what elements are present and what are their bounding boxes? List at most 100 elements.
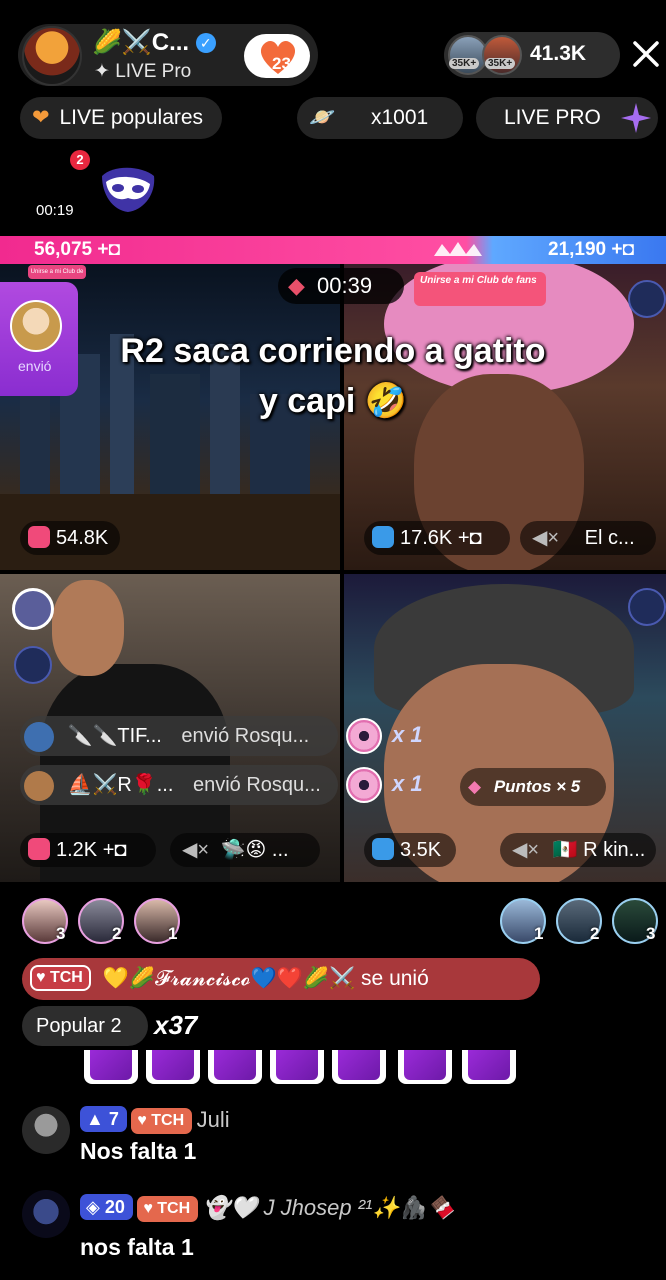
tile-1-score: 54.8K xyxy=(20,521,120,555)
gift-box-icon xyxy=(398,1050,452,1084)
joined-text: 💛🌽𝓕𝓻𝓪𝓷𝓬𝓲𝓼𝓬𝓸💙❤️🌽⚔️ se unió xyxy=(102,967,429,990)
ranking-number: 3 xyxy=(56,924,66,943)
mask-icon[interactable] xyxy=(14,646,52,684)
mute-icon: ◀× xyxy=(182,839,210,861)
tch-badge: ♥ TCH xyxy=(131,1108,193,1134)
mask-icon: +◘ xyxy=(606,239,634,260)
points-pill: ◆ Puntos × 5 xyxy=(460,768,606,806)
mask-icon[interactable] xyxy=(628,588,666,626)
caption-line-1: R2 saca corriendo a gatito xyxy=(120,332,546,370)
tile-2-mute-label[interactable]: ◀× El c... xyxy=(520,521,656,555)
team-icon: ♥ xyxy=(137,1112,152,1129)
gift-box-icon xyxy=(462,1050,516,1084)
tile-1-score-value: 54.8K xyxy=(56,527,109,549)
tile-2-score: 17.6K +◘ xyxy=(364,521,510,555)
points-icon: ◆ xyxy=(468,777,482,796)
person-face xyxy=(52,580,124,676)
tile-3-score-value: 1.2K xyxy=(56,839,98,861)
alarm-icon xyxy=(372,526,394,548)
viewer-count: 41.3K xyxy=(530,42,587,65)
diamond-icon: ◈ xyxy=(86,1197,105,1217)
host-name-text: 🌽⚔️C... xyxy=(92,29,190,56)
host-name[interactable]: 🌽⚔️C... ✓ xyxy=(92,28,216,57)
live-pro-label: LIVE PRO xyxy=(504,106,601,129)
gift-action: envió Rosqu... xyxy=(181,725,310,747)
club-mini-tag: Unirse a mi Club de fans xyxy=(28,265,86,289)
battle-score-left-value: 56,075 xyxy=(34,239,93,260)
ranking-number: 2 xyxy=(590,924,600,943)
level-badge: ◈ 20 xyxy=(80,1194,133,1220)
battle-score-right-value: 21,190 xyxy=(548,239,607,260)
team-icon: ♥ xyxy=(143,1200,158,1217)
tile-3-mute-label[interactable]: ◀× 🛸😡 ... xyxy=(170,833,320,867)
gift-combo: x 1 xyxy=(392,722,423,747)
viewer-gift-badge: 35K+ xyxy=(449,58,480,69)
live-popular-button[interactable]: ❤ LIVE populares xyxy=(20,97,222,139)
tch-badge: ♥ TCH xyxy=(137,1196,199,1222)
level-badge-value: 7 xyxy=(108,1109,119,1129)
chat-username[interactable]: 👻🤍 J Jhosep ²¹✨🦍🍫 xyxy=(203,1195,455,1220)
donut-gift-icon xyxy=(346,718,382,754)
user-joined-banner: ♥ TCH 💛🌽𝓕𝓻𝓪𝓷𝓬𝓲𝓼𝓬𝓸💙❤️🌽⚔️ se unió xyxy=(22,958,540,1000)
gift-box-icon xyxy=(146,1050,200,1084)
alarm-icon xyxy=(372,838,394,860)
live-pro-button[interactable]: LIVE PRO xyxy=(476,97,658,139)
multiplier-button[interactable]: 🪐 x1001 xyxy=(297,97,463,139)
chat-avatar[interactable] xyxy=(22,1190,70,1238)
sender-name: 🔪🔪TIF... xyxy=(67,725,162,747)
tile-2-name: El c... xyxy=(584,527,635,549)
combo-count: x37 xyxy=(154,1010,198,1040)
fan-level: 23 xyxy=(272,54,291,73)
alarm-icon xyxy=(28,526,50,548)
gift-box-icon xyxy=(84,1050,138,1084)
multiplier-label: x1001 xyxy=(371,106,429,129)
tch-badge-label: TCH xyxy=(49,969,83,986)
chat-avatar[interactable] xyxy=(22,1106,70,1154)
host-avatar[interactable] xyxy=(22,26,82,86)
close-icon[interactable] xyxy=(628,36,664,72)
mask-icon: +◘ xyxy=(452,527,482,549)
battle-score-right: 21,190 +◘ xyxy=(548,236,634,264)
caption-line-2: y capi 🤣 xyxy=(258,382,408,420)
video-caption: R2 saca corriendo a gatito y capi 🤣 xyxy=(30,326,636,426)
chat-username[interactable]: Juli xyxy=(197,1107,230,1132)
top-viewer-avatar[interactable] xyxy=(482,35,522,75)
gift-event-row: 🔪🔪TIF... envió Rosqu... xyxy=(20,716,338,756)
mask-icon[interactable] xyxy=(628,280,666,318)
live-popular-label: LIVE populares xyxy=(59,106,204,129)
treasure-timer: 00:19 xyxy=(36,202,74,219)
planet-icon: 🪐 xyxy=(309,106,336,129)
level-badge: ▲ 7 xyxy=(80,1106,127,1132)
tile-4-score: 3.5K xyxy=(364,833,456,867)
tile-3-name: 🛸😡 ... xyxy=(220,839,289,861)
ranking-number: 1 xyxy=(534,924,544,943)
donut-gift-icon xyxy=(346,767,382,803)
popular-rank-label: Popular 2 xyxy=(36,1015,122,1037)
ranking-number: 1 xyxy=(168,924,178,943)
battle-timer-text: 00:39 xyxy=(317,273,373,298)
mask-icon: +◘ xyxy=(92,239,120,260)
gift-box-icon xyxy=(332,1050,386,1084)
host-subtitle: ✦ LIVE Pro xyxy=(94,61,192,82)
tile-4-mute-label[interactable]: ◀× 🇲🇽 R kin... xyxy=(500,833,656,867)
sender-name: ⛵⚔️R🌹... xyxy=(67,774,174,796)
gift-box-icon xyxy=(208,1050,262,1084)
boost-icon[interactable] xyxy=(12,588,54,630)
popular-rank-pill[interactable]: Popular 2 xyxy=(22,1006,148,1046)
tch-badge: ♥ TCH xyxy=(30,965,91,991)
battle-score-left: 56,075 +◘ xyxy=(34,236,120,264)
sparkle-icon xyxy=(621,103,651,133)
crown-icon xyxy=(434,242,482,256)
tile-4-name: 🇲🇽 R kin... xyxy=(552,839,646,861)
mask-icon[interactable] xyxy=(98,158,158,218)
tile-4-score-value: 3.5K xyxy=(400,839,442,861)
join-fan-club-tag[interactable]: Unirse a mi Club de fans xyxy=(414,272,546,306)
viewer-gift-badge: 35K+ xyxy=(485,58,516,69)
tile-3-score: 1.2K +◘ xyxy=(20,833,156,867)
chat-header: ◈ 20 ♥ TCH 👻🤍 J Jhosep ²¹✨🦍🍫 xyxy=(80,1194,455,1222)
battle-timer: ◆ 00:39 xyxy=(278,268,404,304)
mask-icon: +◘ xyxy=(97,839,127,861)
gift-box-icon xyxy=(270,1050,324,1084)
alarm-icon xyxy=(28,838,50,860)
points-label: Puntos × 5 xyxy=(493,777,581,796)
